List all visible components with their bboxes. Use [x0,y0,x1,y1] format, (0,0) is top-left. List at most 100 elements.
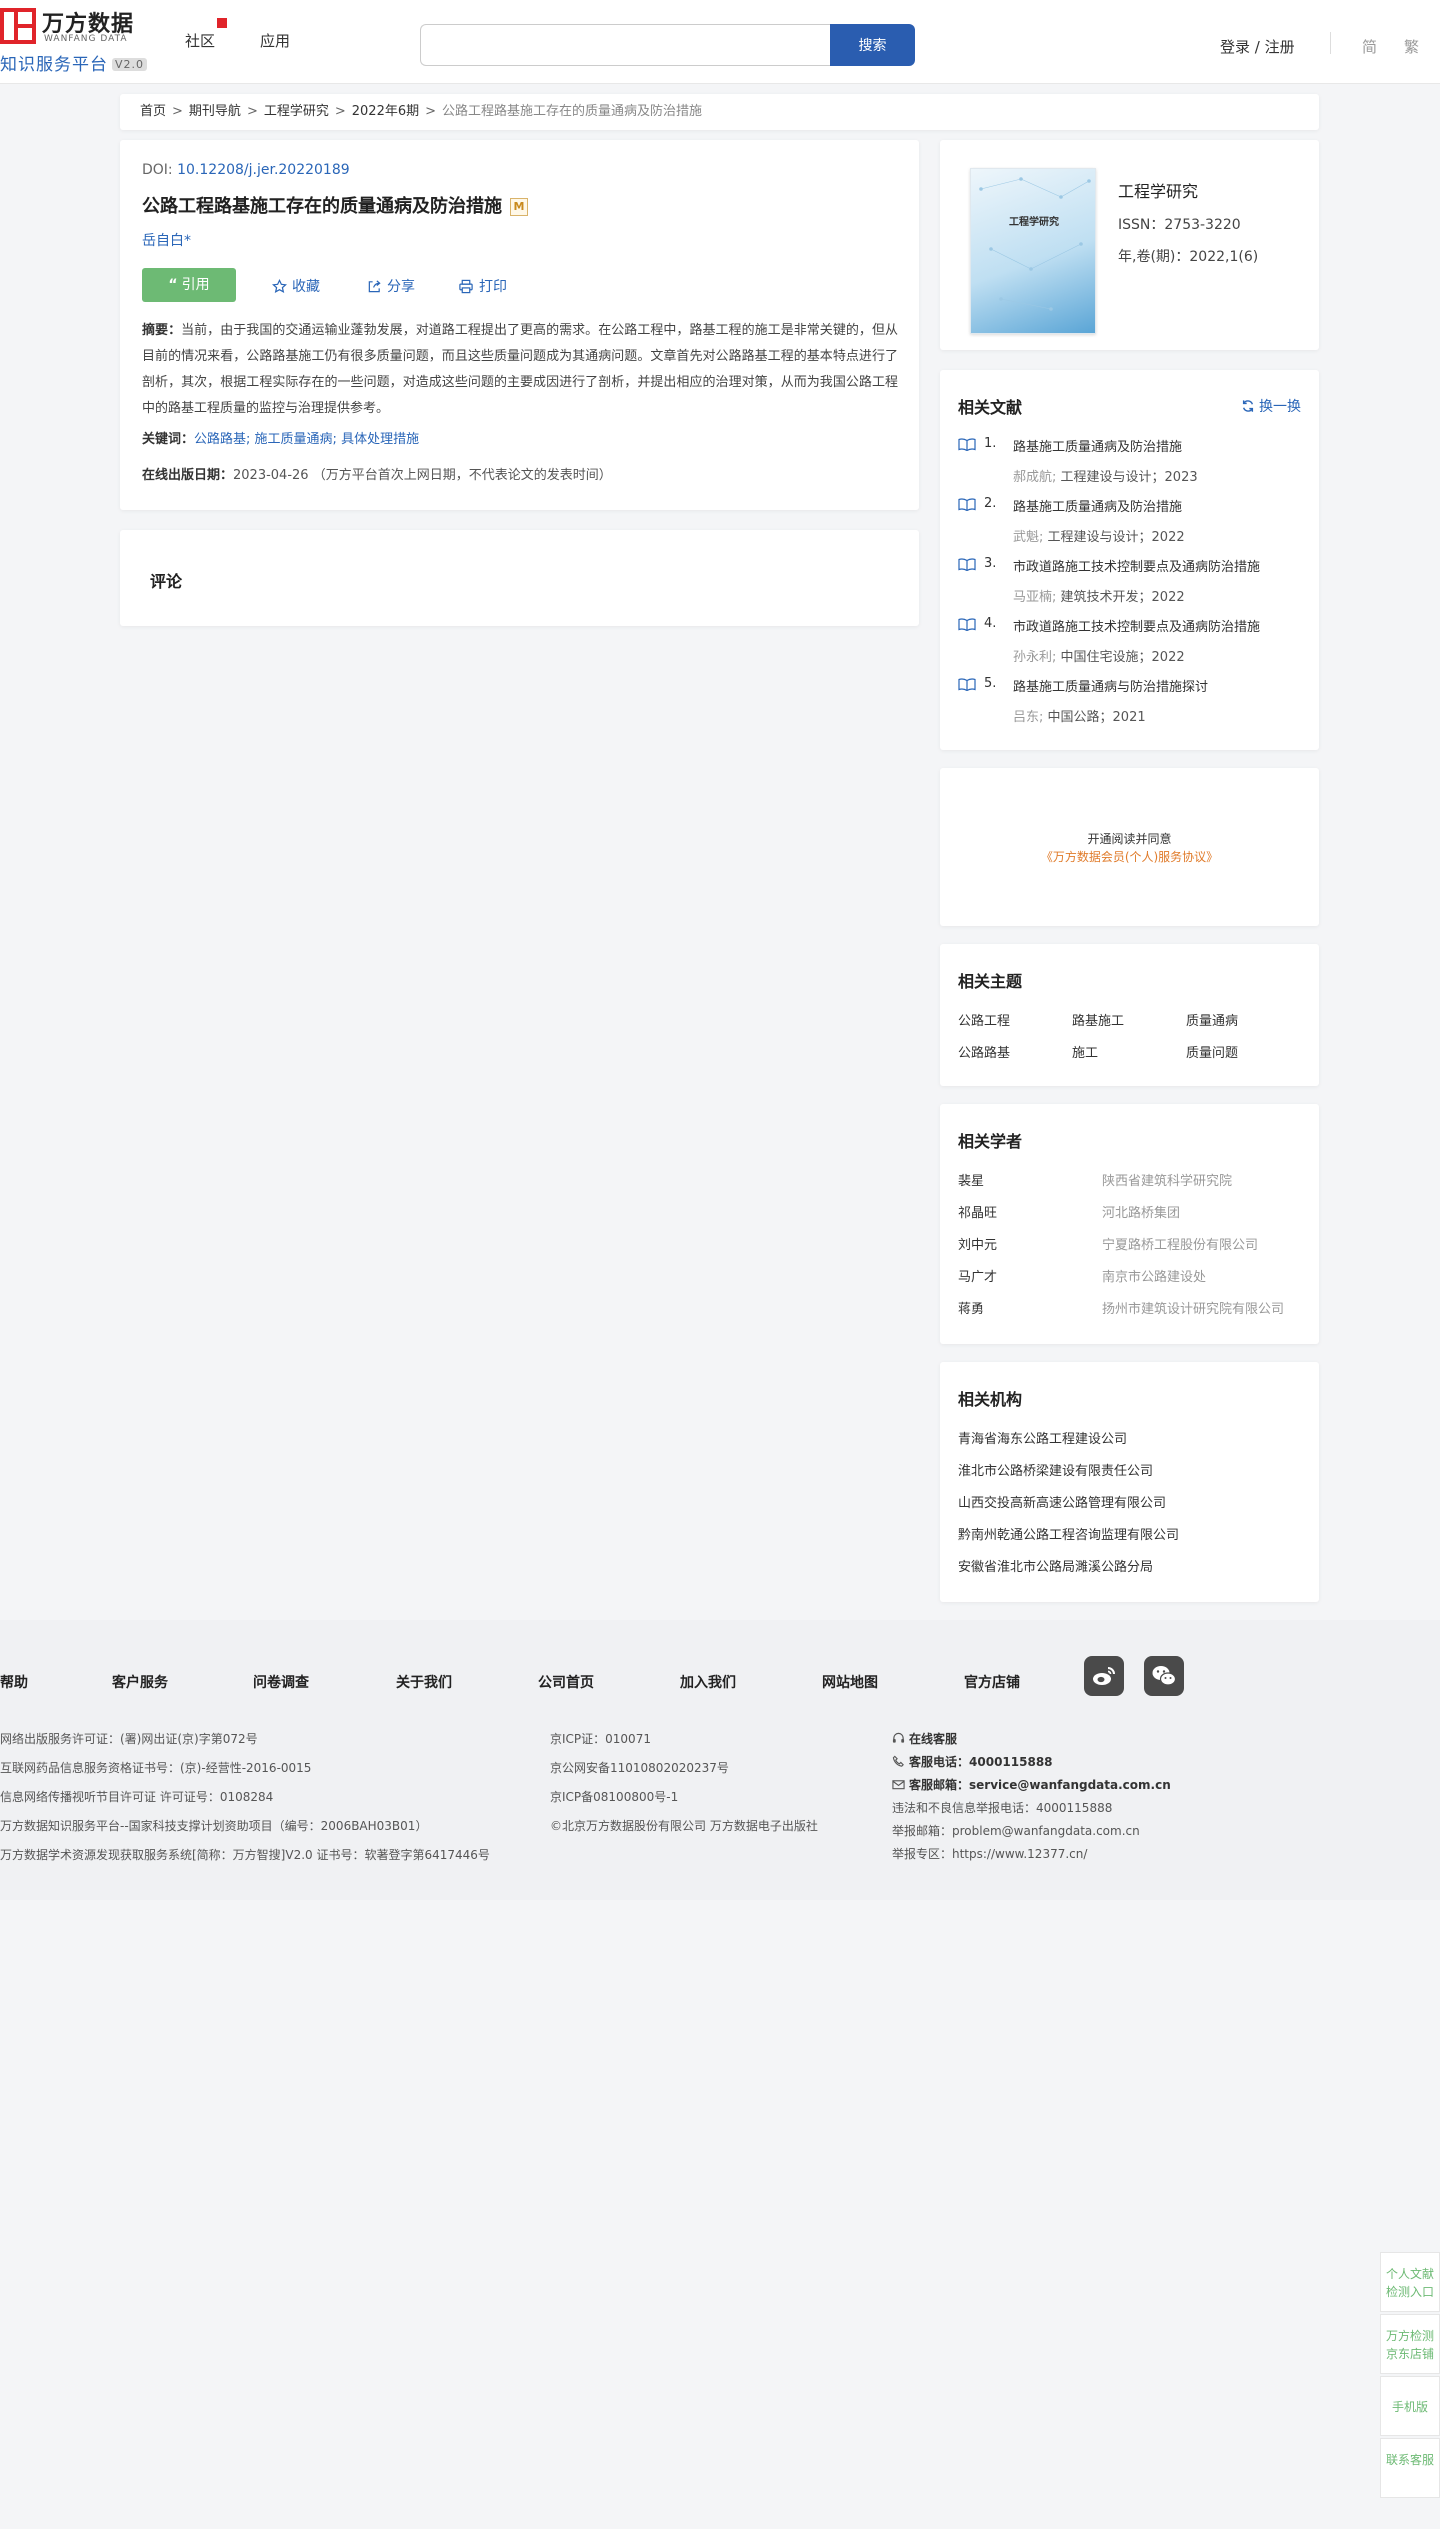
topic-link[interactable]: 路基施工 [1072,1010,1124,1029]
footer-nav-help[interactable]: 帮助 [0,1672,28,1692]
breadcrumb-sep: > [246,104,258,119]
cite-button[interactable]: “引用 [142,268,236,302]
journal-cover[interactable]: 工程学研究 [970,168,1096,334]
abstract: 摘要：当前，由于我国的交通运输业蓬勃发展，对道路工程提出了更高的需求。在公路工程… [142,318,898,422]
related-item-title[interactable]: 路基施工质量通病及防治措施 [1013,436,1182,455]
scholar-name[interactable]: 马广才 [958,1266,997,1285]
breadcrumb-journals[interactable]: 期刊导航 [189,104,241,119]
cover-network-pattern-icon [979,177,1091,311]
related-item-author[interactable]: 吕东; [1013,710,1043,725]
related-item-number: 4. [984,616,997,631]
book-icon [958,438,976,451]
search-button[interactable]: 搜索 [830,24,915,66]
search-input[interactable] [420,24,830,66]
nav-community[interactable]: 社区 [185,16,229,51]
scholar-name[interactable]: 蒋勇 [958,1298,984,1317]
footer-nav-company[interactable]: 公司首页 [538,1672,594,1692]
membership-promo-card: 开通阅读并同意 《万方数据会员(个人)服务协议》 [940,768,1319,926]
version-badge: V2.0 [112,58,148,71]
scholar-name[interactable]: 祁晶旺 [958,1202,997,1221]
topic-link[interactable]: 质量通病 [1186,1010,1238,1029]
breadcrumb-issue[interactable]: 2022年6期 [352,104,419,119]
related-item-title[interactable]: 市政道路施工技术控制要点及通病防治措施 [1013,556,1260,575]
report-site-link[interactable]: 举报专区：https://www.12377.cn/ [892,1845,1087,1862]
related-item-title[interactable]: 路基施工质量通病与防治措施探讨 [1013,676,1208,695]
print-button[interactable]: 打印 [458,276,507,296]
publish-date-label: 在线出版日期： [142,468,234,483]
comment-card: 评论 [120,530,919,626]
share-icon [368,280,381,293]
footer-nav-sitemap[interactable]: 网站地图 [822,1672,878,1692]
book-icon [958,618,976,631]
journal-name-link[interactable]: 工程学研究 [1118,178,1198,202]
footer-nav-service[interactable]: 客户服务 [112,1672,168,1692]
org-link[interactable]: 山西交投高新高速公路管理有限公司 [958,1492,1166,1511]
online-service-link[interactable]: 在线客服 [892,1730,957,1747]
side-jd-store[interactable]: 万方检测京东店铺 [1380,2314,1440,2374]
keyword-link[interactable]: 施工质量通病; [255,432,337,447]
wechat-icon[interactable] [1144,1656,1184,1696]
org-link[interactable]: 黔南州乾通公路工程咨询监理有限公司 [958,1524,1179,1543]
breadcrumb-sep: > [425,104,437,119]
favorite-label: 收藏 [292,279,320,295]
footer-nav-store[interactable]: 官方店铺 [964,1672,1020,1692]
related-item-author[interactable]: 郝成航; [1013,470,1056,485]
icp-text[interactable]: 京ICP备08100800号-1 [550,1788,678,1805]
icp-text[interactable]: 京ICP证：010071 [550,1730,651,1747]
refresh-button[interactable]: 换一换 [1241,396,1301,416]
author-link[interactable]: 岳自白* [142,230,191,250]
related-item-title[interactable]: 市政道路施工技术控制要点及通病防治措施 [1013,616,1260,635]
service-email: 客服邮箱：service@wanfangdata.com.cn [892,1776,1171,1793]
journal-issn: ISSN：2753-3220 [1118,217,1241,233]
related-item-number: 2. [984,496,997,511]
org-link[interactable]: 青海省海东公路工程建设公司 [958,1428,1127,1447]
footer-nav-about[interactable]: 关于我们 [396,1672,452,1692]
related-item-source: 马亚楠; 建筑技术开发；2022 [1013,586,1185,605]
membership-agreement-link[interactable]: 《万方数据会员(个人)服务协议》 [940,848,1319,865]
favorite-button[interactable]: 收藏 [271,276,320,296]
related-item-journal: 工程建设与设计；2023 [1060,470,1198,485]
doi-label: DOI: [142,162,173,178]
refresh-label: 换一换 [1259,399,1301,415]
related-item-author[interactable]: 马亚楠; [1013,590,1056,605]
lang-traditional[interactable]: 繁 [1404,36,1419,57]
scholar-name[interactable]: 裴星 [958,1170,984,1189]
icp-text[interactable]: 京公网安备11010802020237号 [550,1759,729,1776]
related-literature-card: 相关文献 换一换 1. 路基施工质量通病及防治措施 郝成航; 工程建设与设计；2… [940,370,1319,750]
doi-link[interactable]: 10.12208/j.jer.20220189 [177,162,350,178]
topic-link[interactable]: 公路工程 [958,1010,1010,1029]
related-item-title[interactable]: 路基施工质量通病及防治措施 [1013,496,1182,515]
keyword-link[interactable]: 具体处理措施 [341,432,419,447]
topic-link[interactable]: 施工 [1072,1042,1098,1061]
side-plagiarism-check[interactable]: 个人文献检测入口 [1380,2252,1440,2312]
topic-link[interactable]: 公路路基 [958,1042,1010,1061]
journal-card: 工程学研究 工程学研究 ISSN：2753-3220 年,卷(期)：2022,1… [940,140,1319,350]
email-value[interactable]: service@wanfangdata.com.cn [969,1778,1171,1792]
cover-title: 工程学研究 [1009,217,1059,228]
footer-nav-survey[interactable]: 问卷调查 [253,1672,309,1692]
share-button[interactable]: 分享 [367,276,415,296]
wanfang-logo[interactable]: 万方数据 WANFANG DATA 知识服务平台 V2.0 [0,6,160,76]
scholar-name[interactable]: 刘中元 [958,1234,997,1253]
orgs-title: 相关机构 [958,1390,1023,1409]
mobi-format-icon[interactable]: M [510,198,528,216]
side-mobile[interactable]: 手机版 [1380,2376,1440,2436]
keyword-link[interactable]: 公路路基; [194,432,250,447]
report-email: 举报邮箱：problem@wanfangdata.com.cn [892,1824,1140,1838]
related-item-author[interactable]: 武魁; [1013,530,1043,545]
footer-nav-join[interactable]: 加入我们 [680,1672,736,1692]
org-link[interactable]: 安徽省淮北市公路局濉溪公路分局 [958,1556,1153,1575]
breadcrumb-home[interactable]: 首页 [140,104,166,119]
lang-simplified[interactable]: 简 [1362,36,1377,57]
org-link[interactable]: 淮北市公路桥梁建设有限责任公司 [958,1460,1153,1479]
book-icon [958,498,976,511]
related-item-source: 吕东; 中国公路；2021 [1013,706,1146,725]
related-item-author[interactable]: 孙永利; [1013,650,1056,665]
breadcrumb-journal[interactable]: 工程学研究 [264,104,329,119]
nav-apps[interactable]: 应用 [260,30,290,51]
topic-link[interactable]: 质量问题 [1186,1042,1238,1061]
login-register-link[interactable]: 登录 / 注册 [1220,36,1295,57]
side-contact-service[interactable]: 联系客服 [1380,2438,1440,2498]
weibo-icon[interactable] [1084,1656,1124,1696]
related-item-source: 孙永利; 中国住宅设施；2022 [1013,646,1185,665]
